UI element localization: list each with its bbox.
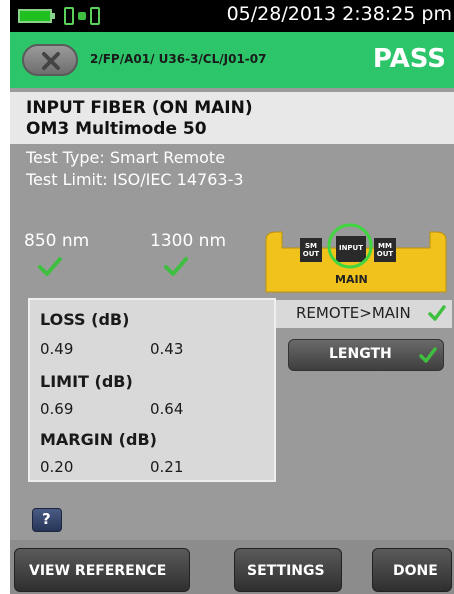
direction-tab[interactable]: REMOTE>MAIN [276, 300, 452, 328]
fiber-path-id: 2/FP/A01/ U36-3/CL/J01-07 [90, 52, 267, 66]
port-mm-out: MM OUT [376, 242, 394, 258]
check-icon [428, 305, 446, 321]
port-input: INPUT [338, 244, 364, 252]
check-icon [38, 257, 62, 276]
margin-1300: 0.21 [150, 458, 184, 476]
view-reference-label: VIEW REFERENCE [29, 563, 167, 579]
main-unit-graphic: SM OUT INPUT MM OUT MAIN [260, 220, 452, 294]
x-icon [42, 52, 60, 70]
settings-label: SETTINGS [247, 563, 325, 579]
margin-850: 0.20 [40, 458, 74, 476]
help-label: ? [42, 510, 51, 528]
view-reference-button[interactable]: VIEW REFERENCE [14, 548, 190, 592]
length-button[interactable]: LENGTH [288, 339, 444, 371]
bottom-toolbar: VIEW REFERENCE SETTINGS DONE [10, 540, 454, 594]
limit-header: LIMIT (dB) [40, 372, 133, 391]
battery-icon [18, 9, 52, 23]
help-button[interactable]: ? [32, 508, 62, 532]
loss-header: LOSS (dB) [40, 310, 130, 329]
settings-button[interactable]: SETTINGS [234, 548, 342, 592]
result-header: 2/FP/A01/ U36-3/CL/J01-07 PASS [10, 32, 454, 88]
check-icon [164, 257, 188, 276]
test-type: Test Type: Smart Remote [26, 148, 226, 167]
results-panel: LOSS (dB) 0.49 0.43 LIMIT (dB) 0.69 0.64… [28, 298, 276, 482]
length-label: LENGTH [329, 346, 392, 362]
loss-850: 0.49 [40, 340, 74, 358]
loss-1300: 0.43 [150, 340, 184, 358]
fiber-type: OM3 Multimode 50 [26, 119, 207, 139]
wavelength-850: 850 nm [24, 231, 90, 251]
fiber-info-box: INPUT FIBER (ON MAIN) OM3 Multimode 50 [10, 92, 454, 144]
limit-850: 0.69 [40, 400, 74, 418]
close-button[interactable] [22, 44, 78, 76]
direction-label: REMOTE>MAIN [296, 304, 411, 322]
limit-1300: 0.64 [150, 400, 184, 418]
main-label: MAIN [335, 273, 368, 286]
link-status-icon [62, 6, 106, 26]
wavelength-1300: 1300 nm [150, 231, 227, 251]
status-bar: 05/28/2013 2:38:25 pm [10, 0, 454, 32]
fiber-title: INPUT FIBER (ON MAIN) [26, 98, 253, 118]
tester-screen: 05/28/2013 2:38:25 pm 2/FP/A01/ U36-3/CL… [10, 0, 454, 594]
pass-status: PASS [372, 44, 446, 74]
test-limit: Test Limit: ISO/IEC 14763-3 [26, 170, 244, 189]
check-icon [419, 347, 437, 363]
done-button[interactable]: DONE [372, 548, 452, 592]
battery-tip [52, 13, 55, 19]
done-label: DONE [393, 563, 438, 579]
margin-header: MARGIN (dB) [40, 430, 157, 449]
datetime: 05/28/2013 2:38:25 pm [226, 3, 452, 25]
port-sm-out: SM OUT [302, 242, 320, 258]
